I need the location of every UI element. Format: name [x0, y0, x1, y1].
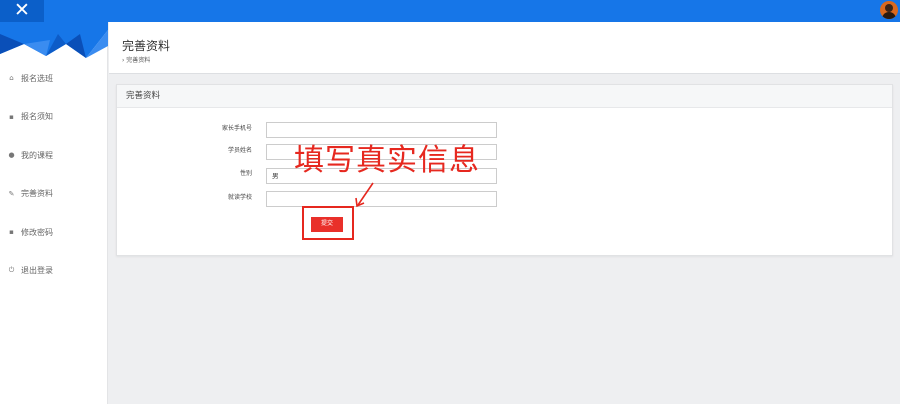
- page-header: 完善资料 › 完善资料: [109, 22, 900, 74]
- file-icon: ▪: [9, 112, 14, 121]
- sidebar-item-profile[interactable]: ✎ 完善资料: [0, 175, 108, 214]
- school-label: 就读学校: [227, 194, 252, 201]
- close-icon: ✕: [14, 0, 30, 21]
- gender-label: 性别: [239, 170, 252, 177]
- student-name-label: 学员姓名: [227, 147, 252, 154]
- school-input[interactable]: [266, 191, 497, 207]
- top-bar: ✕: [0, 0, 900, 22]
- parent-phone-input[interactable]: [266, 122, 497, 138]
- annotation-arrow-icon: [355, 182, 374, 208]
- sidebar-banner: [0, 22, 108, 58]
- sidebar-item-label: 报名须知: [21, 112, 53, 122]
- parent-phone-label: 家长手机号: [221, 125, 252, 132]
- close-button[interactable]: ✕: [0, 0, 44, 22]
- avatar[interactable]: [880, 1, 898, 19]
- sidebar-item-password[interactable]: ▪ 修改密码: [0, 213, 108, 252]
- page-title: 完善资料: [122, 39, 171, 53]
- sidebar-nav: ⌂ 报名选班 ▪ 报名须知 ● 我的课程 ✎ 完善资料 ▪ 修改密码 ⏻ 退出登…: [0, 59, 108, 290]
- card-title: 完善资料: [117, 85, 892, 108]
- breadcrumb: › 完善资料: [122, 57, 151, 64]
- sidebar-item-label: 我的课程: [21, 150, 53, 160]
- sidebar-item-label: 报名选班: [21, 73, 53, 83]
- submit-button[interactable]: 提交: [311, 217, 343, 232]
- sidebar-item-label: 退出登录: [21, 266, 53, 276]
- sidebar-item-logout[interactable]: ⏻ 退出登录: [0, 252, 108, 291]
- gender-select-value: 男: [272, 172, 279, 180]
- sidebar-item-enroll[interactable]: ⌂ 报名选班: [0, 59, 108, 98]
- lock-icon: ▪: [9, 228, 14, 237]
- sidebar-item-label: 完善资料: [21, 189, 53, 199]
- annotation-text: 填写真实信息: [294, 143, 480, 178]
- power-icon: ⏻: [8, 266, 15, 275]
- sidebar-item-label: 修改密码: [21, 227, 53, 237]
- edit-icon: ✎: [8, 189, 15, 198]
- user-icon: ●: [8, 151, 15, 160]
- home-icon: ⌂: [9, 74, 14, 83]
- sidebar: ⌂ 报名选班 ▪ 报名须知 ● 我的课程 ✎ 完善资料 ▪ 修改密码 ⏻ 退出登…: [0, 22, 108, 404]
- sidebar-item-notice[interactable]: ▪ 报名须知: [0, 98, 108, 137]
- sidebar-item-my-courses[interactable]: ● 我的课程: [0, 136, 108, 175]
